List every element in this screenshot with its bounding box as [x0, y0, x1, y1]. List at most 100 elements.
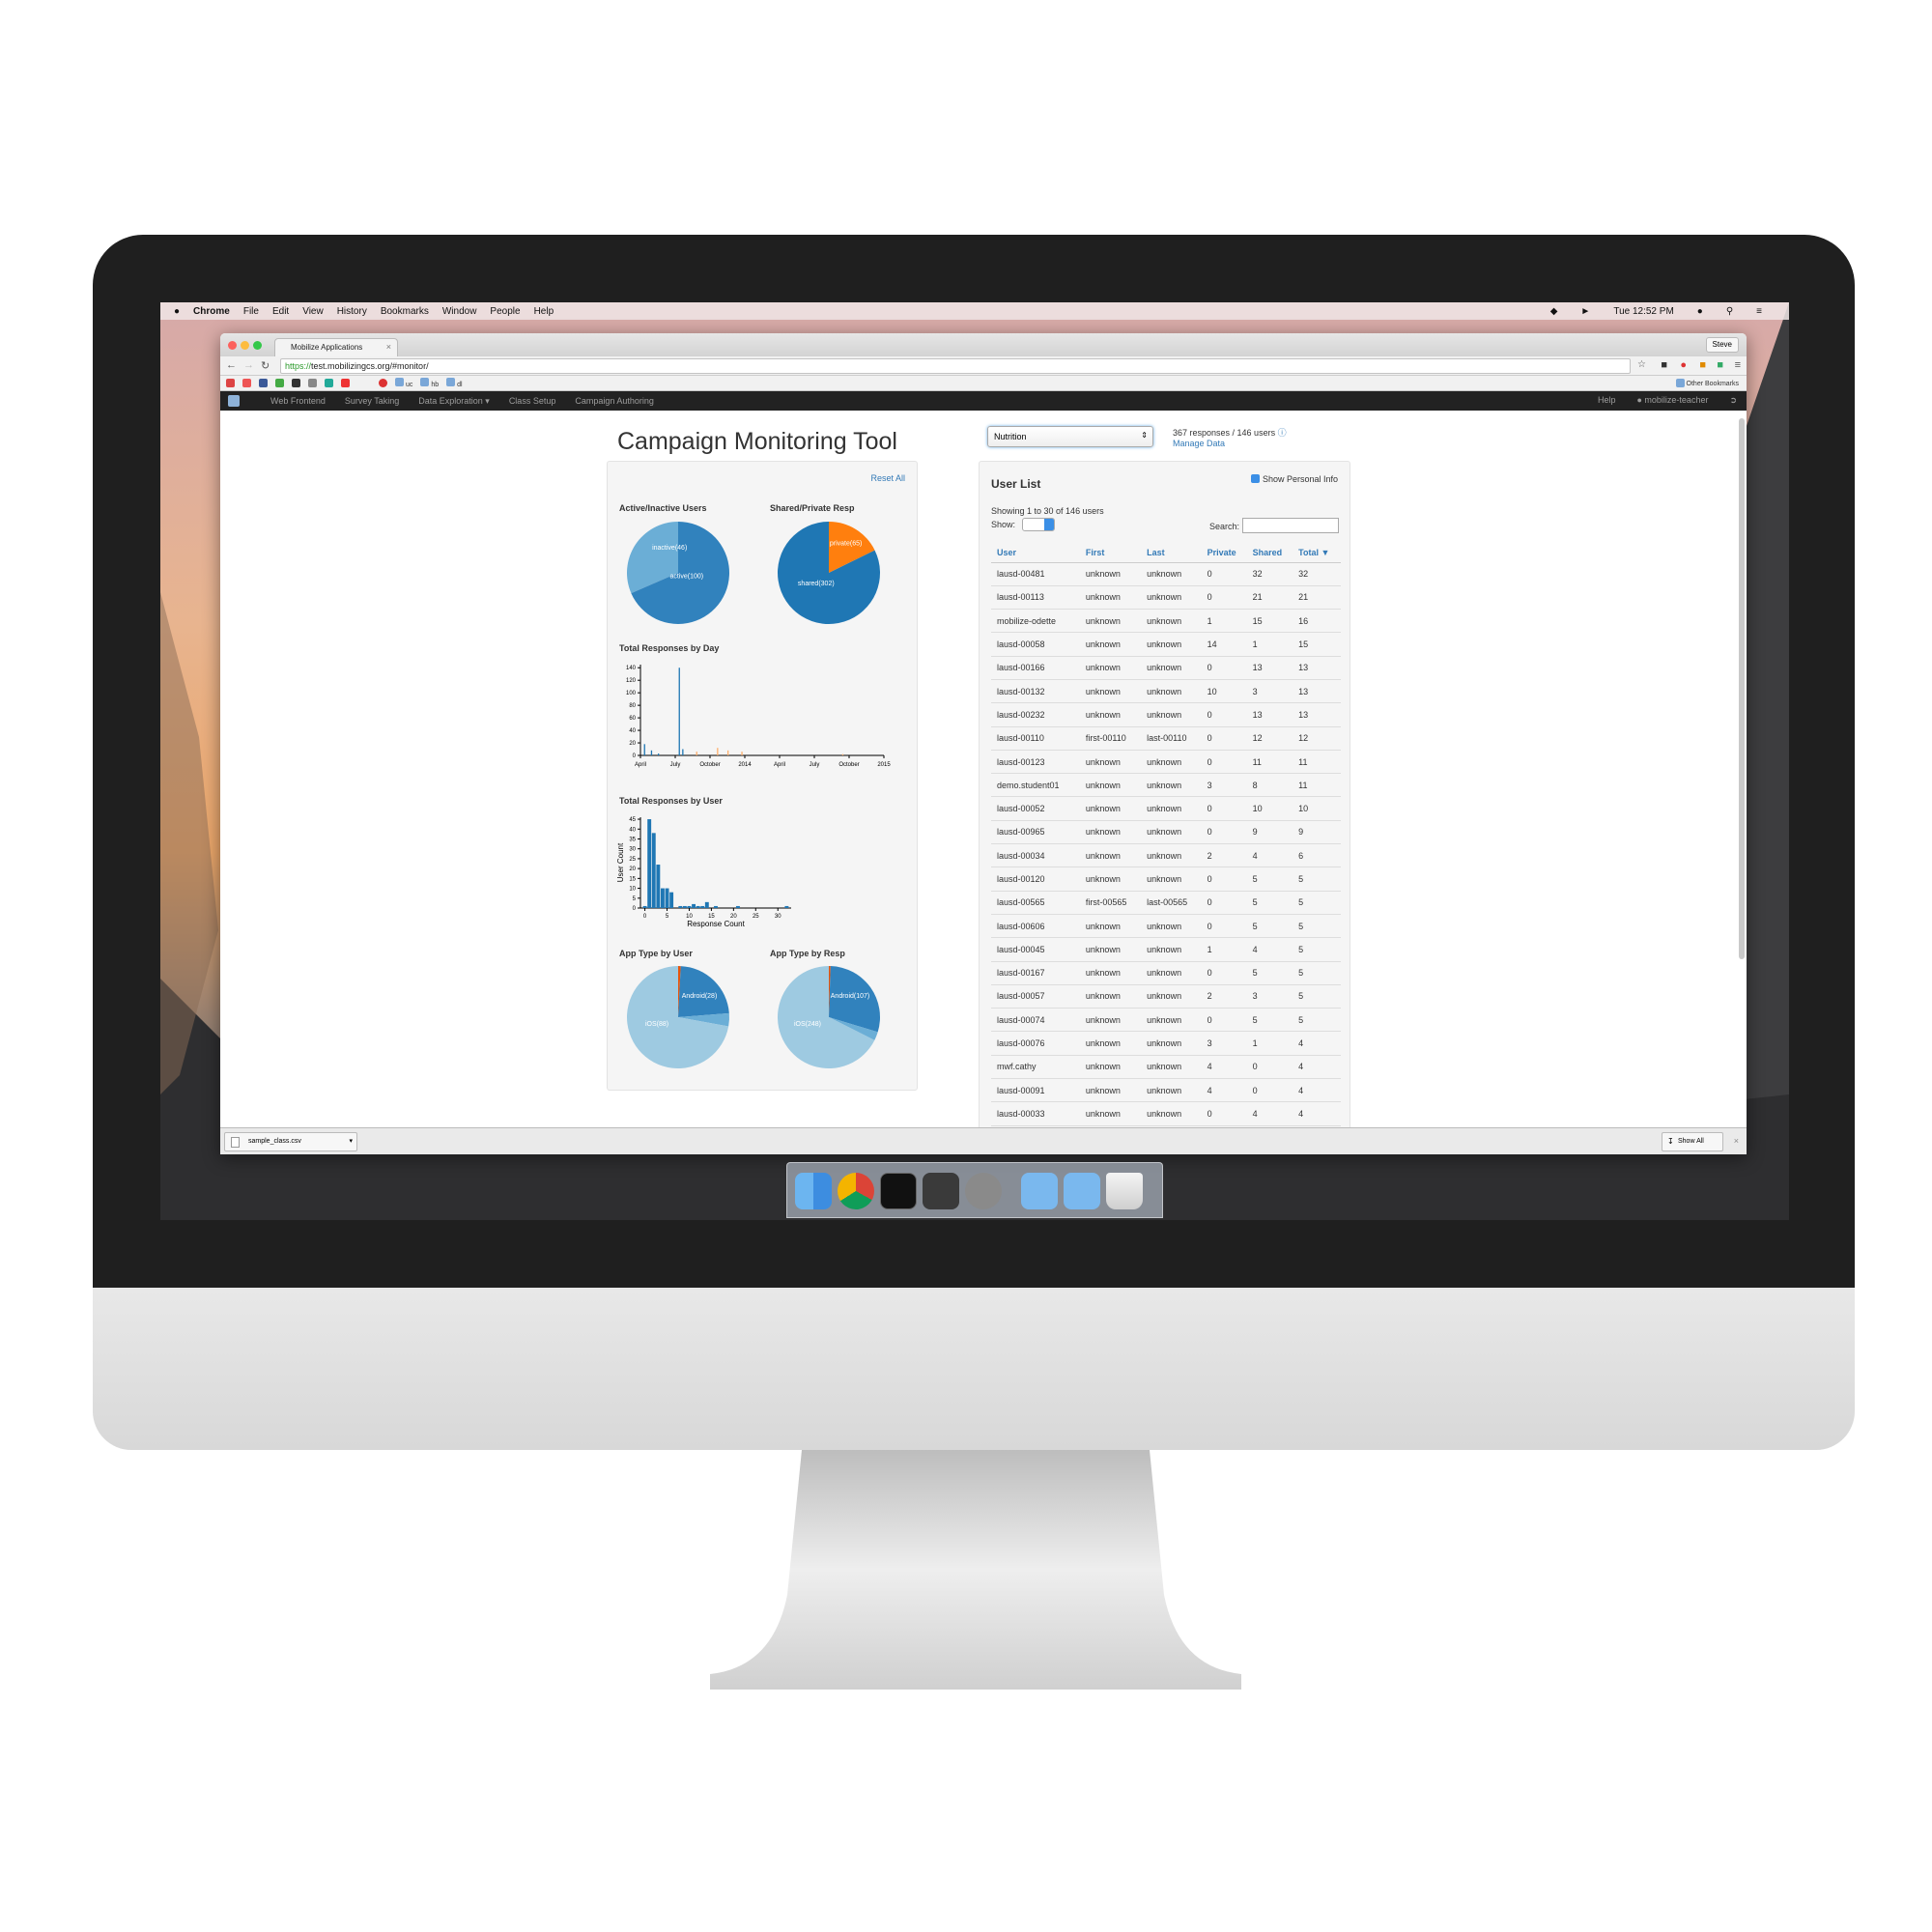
downloads-folder-icon[interactable]: [1064, 1173, 1100, 1209]
pie-slice[interactable]: [678, 966, 729, 1017]
menu-history[interactable]: History: [337, 306, 367, 317]
table-row[interactable]: lausd-00110 first-00110 last-00110 0 12 12: [991, 726, 1341, 751]
feedly-bookmark-icon[interactable]: [275, 379, 284, 387]
table-row[interactable]: demo.student01 unknown unknown 3 8 11: [991, 773, 1341, 798]
table-row[interactable]: lausd-00132 unknown unknown 10 3 13: [991, 679, 1341, 704]
google-plus-bookmark-icon[interactable]: [242, 379, 251, 387]
user-bar[interactable]: [714, 905, 718, 908]
user-bar[interactable]: [696, 905, 700, 908]
user-bar[interactable]: [656, 865, 661, 908]
table-row[interactable]: lausd-00166 unknown unknown 0 13 13: [991, 656, 1341, 680]
notification-icon[interactable]: ≡: [1756, 306, 1762, 317]
apple-icon[interactable]: ●: [174, 306, 180, 317]
day-bar[interactable]: [727, 750, 729, 755]
menubar-clock[interactable]: Tue 12:52 PM: [1613, 306, 1673, 317]
user-bar[interactable]: [687, 905, 692, 908]
table-row[interactable]: lausd-00120 unknown unknown 0 5 5: [991, 867, 1341, 892]
day-bar[interactable]: [650, 750, 653, 755]
minimize-window-button[interactable]: [241, 341, 249, 350]
menu-file[interactable]: File: [243, 306, 259, 317]
user-bar[interactable]: [665, 888, 669, 908]
user-bar[interactable]: [651, 833, 656, 908]
day-bar[interactable]: [682, 749, 684, 755]
nav-data-exploration[interactable]: Data Exploration ▾: [418, 396, 490, 407]
table-row[interactable]: lausd-00034 unknown unknown 2 4 6: [991, 843, 1341, 868]
profile-button[interactable]: Steve: [1705, 337, 1739, 353]
user-bar[interactable]: [647, 819, 652, 908]
bookmark-folder-dl[interactable]: dl: [446, 378, 463, 388]
evernote-extension-icon[interactable]: ■: [1717, 359, 1723, 371]
table-row[interactable]: mwf.cathy unknown unknown 4 0 4: [991, 1055, 1341, 1080]
user-bar[interactable]: [669, 892, 674, 908]
user-bar[interactable]: [735, 905, 740, 908]
terminal-icon[interactable]: [880, 1173, 917, 1209]
user-bar[interactable]: [682, 905, 687, 908]
download-menu-caret-icon[interactable]: ▾: [349, 1137, 353, 1145]
reload-icon[interactable]: ↻: [261, 359, 270, 372]
menu-bookmarks[interactable]: Bookmarks: [381, 306, 429, 317]
jira-bookmark-icon[interactable]: [325, 379, 333, 387]
day-bar[interactable]: [658, 753, 660, 755]
table-row[interactable]: lausd-00113 unknown unknown 0 21 21: [991, 585, 1341, 611]
column-header[interactable]: Last: [1141, 543, 1202, 563]
checkbox-checked-icon[interactable]: [1250, 474, 1260, 483]
search-input[interactable]: [1242, 518, 1339, 533]
cast-extension-icon[interactable]: ■: [1699, 359, 1706, 371]
active-users-pie[interactable]: inactive(46) active(100): [625, 520, 731, 626]
wifi-icon[interactable]: ◆: [1550, 306, 1558, 317]
reset-all-link[interactable]: Reset All: [870, 473, 905, 483]
table-row[interactable]: lausd-00074 unknown unknown 0 5 5: [991, 1008, 1341, 1033]
day-bar[interactable]: [643, 744, 645, 755]
day-bar[interactable]: [717, 748, 719, 755]
nav-class-setup[interactable]: Class Setup: [509, 396, 556, 406]
zoom-window-button[interactable]: [253, 341, 262, 350]
column-header[interactable]: First: [1079, 543, 1142, 563]
sublime-text-icon[interactable]: [923, 1173, 959, 1209]
forward-icon[interactable]: →: [243, 359, 254, 371]
campaign-select[interactable]: Nutrition ⇕: [987, 426, 1153, 447]
responses-by-day-chart[interactable]: 0 20 40 60 80 100 120 140 April July October 2014 Ap…: [615, 655, 905, 771]
show-all-downloads-button[interactable]: ↧ Show All: [1662, 1132, 1723, 1151]
opera-bookmark-icon[interactable]: [379, 379, 387, 387]
table-row[interactable]: lausd-00123 unknown unknown 0 11 11: [991, 750, 1341, 775]
nav-campaign-authoring[interactable]: Campaign Authoring: [575, 396, 654, 406]
user-bar[interactable]: [642, 905, 647, 908]
browser-tab[interactable]: Mobilize Applications ×: [274, 338, 398, 356]
link-bookmark-icon[interactable]: [308, 379, 317, 387]
column-header[interactable]: User: [991, 543, 1080, 563]
chrome-dock-icon[interactable]: [838, 1173, 874, 1209]
bookmark-folder-hb[interactable]: hb: [420, 378, 439, 388]
day-bar[interactable]: [696, 752, 697, 755]
table-row[interactable]: lausd-00167 unknown unknown 0 5 5: [991, 961, 1341, 985]
nav-user-menu[interactable]: ● mobilize-teacher: [1636, 395, 1708, 406]
shared-private-pie[interactable]: private(65) shared(302): [776, 520, 882, 626]
table-row[interactable]: lausd-00033 unknown unknown 0 4 4: [991, 1101, 1341, 1126]
volume-icon[interactable]: ►: [1580, 306, 1590, 317]
column-header[interactable]: Shared: [1246, 543, 1293, 563]
menu-window[interactable]: Window: [442, 306, 477, 317]
finder-icon[interactable]: [795, 1173, 832, 1209]
column-header[interactable]: Total ▼: [1293, 543, 1341, 563]
extension-icon[interactable]: ■: [1661, 359, 1667, 371]
day-bar[interactable]: [841, 753, 844, 755]
user-icon[interactable]: ●: [1697, 306, 1703, 317]
user-bar[interactable]: [660, 888, 665, 908]
table-row[interactable]: mobilize-odette unknown unknown 1 15 16: [991, 609, 1341, 634]
nav-help[interactable]: Help: [1598, 395, 1616, 406]
menu-help[interactable]: Help: [534, 306, 554, 317]
menu-icon[interactable]: ≡: [1735, 359, 1741, 371]
address-bar[interactable]: https://test.mobilizingcs.org/#monitor/: [280, 358, 1631, 374]
responses-by-user-chart[interactable]: 0510152025303540450 5 10 15 20 25 30Response C…: [615, 808, 905, 933]
page-scrollbar[interactable]: [1739, 418, 1745, 959]
show-entries-select[interactable]: [1022, 518, 1055, 531]
table-row[interactable]: lausd-00565 first-00565 last-00565 0 5 5: [991, 891, 1341, 915]
github-bookmark-icon[interactable]: [292, 379, 300, 387]
system-preferences-icon[interactable]: [965, 1173, 1002, 1209]
table-row[interactable]: lausd-00045 unknown unknown 1 4 5: [991, 937, 1341, 962]
back-icon[interactable]: ←: [226, 359, 237, 371]
user-bar[interactable]: [784, 905, 789, 908]
download-item[interactable]: sample_class.csv ▾: [224, 1132, 357, 1151]
nav-web-frontend[interactable]: Web Frontend: [270, 396, 326, 406]
mobilize-logo-icon[interactable]: [228, 395, 240, 407]
table-row[interactable]: lausd-00232 unknown unknown 0 13 13: [991, 702, 1341, 727]
